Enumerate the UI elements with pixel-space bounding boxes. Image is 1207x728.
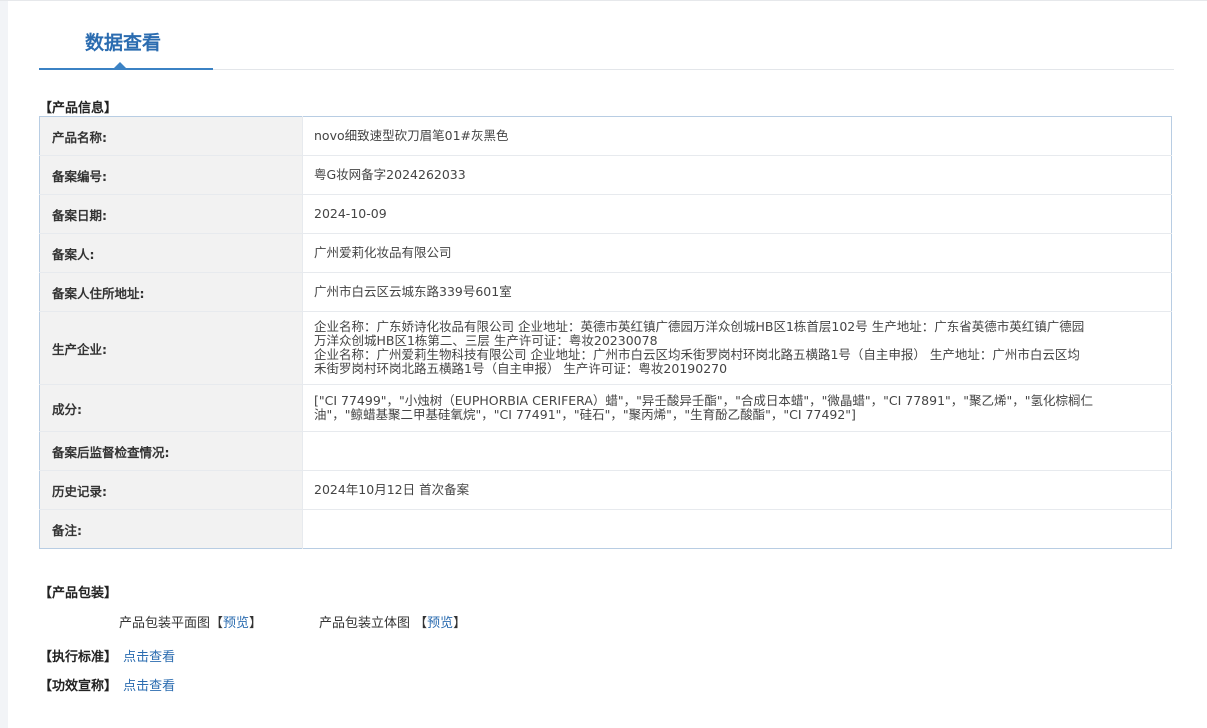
standard-row: 【执行标准】 点击查看: [39, 646, 175, 665]
packaging-flat-label: 产品包装平面图【: [119, 616, 224, 631]
manufacturer-line: 企业名称：广州爱莉生物科技有限公司 企业地址：广州市白云区均禾街罗岗村环岗北路五…: [314, 347, 1080, 362]
table-row: 备案编号: 粤G妆网备字2024262033: [39, 155, 1172, 195]
table-row: 备案后监督检查情况:: [39, 431, 1172, 471]
row-label-post-supervision: 备案后监督检查情况:: [39, 431, 303, 471]
manufacturer-line: 万洋众创城HB区1栋第二、三层 生产许可证：粤妆20230078: [314, 333, 658, 348]
standard-view-link[interactable]: 点击查看: [123, 650, 175, 665]
table-row: 历史记录: 2024年10月12日 首次备案: [39, 470, 1172, 510]
active-tab-underline: [39, 68, 213, 70]
ingredients-line: 油"，"鲸蜡基聚二甲基硅氧烷"，"CI 77491"，"硅石"，"聚丙烯"，"生…: [314, 407, 856, 422]
row-label-history: 历史记录:: [39, 470, 303, 510]
tab-bar-divider: [213, 69, 1174, 70]
product-info-section-title: 【产品信息】: [39, 101, 118, 116]
packaging-flat-item: 产品包装平面图【预览】: [119, 612, 262, 631]
tab-bar: 数据查看: [39, 0, 1174, 71]
packaging-solid-item: 产品包装立体图 【预览】: [319, 612, 466, 631]
table-row: 备案人: 广州爱莉化妆品有限公司: [39, 233, 1172, 273]
row-value-registrant: 广州爱莉化妆品有限公司: [302, 233, 1172, 273]
row-value-registrant-address: 广州市白云区云城东路339号601室: [302, 272, 1172, 312]
row-label-manufacturer: 生产企业:: [39, 311, 303, 385]
row-value-record-number: 粤G妆网备字2024262033: [302, 155, 1172, 195]
efficacy-row: 【功效宣称】 点击查看: [39, 675, 175, 694]
row-value-manufacturer: 企业名称：广东娇诗化妆品有限公司 企业地址：英德市英红镇广德园万洋众创城HB区1…: [302, 311, 1172, 385]
efficacy-label: 【功效宣称】: [39, 679, 118, 694]
table-row: 产品名称: novo细致速型砍刀眉笔01#灰黑色: [39, 116, 1172, 156]
manufacturer-line: 企业名称：广东娇诗化妆品有限公司 企业地址：英德市英红镇广德园万洋众创城HB区1…: [314, 319, 1085, 334]
table-row: 备案人住所地址: 广州市白云区云城东路339号601室: [39, 272, 1172, 312]
table-row: 备注:: [39, 509, 1172, 549]
packaging-solid-close: 】: [453, 616, 467, 631]
product-info-table: 产品名称: novo细致速型砍刀眉笔01#灰黑色 备案编号: 粤G妆网备字202…: [39, 116, 1172, 549]
left-edge: [0, 0, 8, 728]
tab-data-view[interactable]: 数据查看: [85, 28, 161, 55]
standard-label: 【执行标准】: [39, 650, 118, 665]
row-value-post-supervision: [302, 431, 1172, 471]
table-row: 生产企业: 企业名称：广东娇诗化妆品有限公司 企业地址：英德市英红镇广德园万洋众…: [39, 311, 1172, 385]
table-row: 备案日期: 2024-10-09: [39, 194, 1172, 234]
row-label-remarks: 备注:: [39, 509, 303, 549]
packaging-flat-close: 】: [249, 616, 263, 631]
row-value-record-date: 2024-10-09: [302, 194, 1172, 234]
row-label-record-number: 备案编号:: [39, 155, 303, 195]
row-value-remarks: [303, 510, 1172, 549]
table-row: 成分: ["CI 77499"，"小烛树（EUPHORBIA CERIFERA）…: [39, 384, 1172, 432]
row-value-product-name: novo细致速型砍刀眉笔01#灰黑色: [302, 116, 1172, 156]
row-label-ingredients: 成分:: [39, 384, 303, 432]
efficacy-view-link[interactable]: 点击查看: [123, 679, 175, 694]
manufacturer-line: 禾街罗岗村环岗北路五横路1号（自主申报） 生产许可证：粤妆20190270: [314, 361, 728, 376]
row-label-record-date: 备案日期:: [39, 194, 303, 234]
packaging-section-title: 【产品包装】: [39, 586, 118, 601]
row-label-product-name: 产品名称:: [39, 116, 303, 156]
active-tab-caret-icon: [114, 62, 126, 68]
row-label-registrant-address: 备案人住所地址:: [39, 272, 303, 312]
packaging-flat-preview-link[interactable]: 预览: [223, 616, 249, 631]
row-value-ingredients: ["CI 77499"，"小烛树（EUPHORBIA CERIFERA）蜡"，"…: [302, 384, 1172, 432]
row-value-history: 2024年10月12日 首次备案: [302, 470, 1172, 510]
row-label-registrant: 备案人:: [39, 233, 303, 273]
ingredients-line: ["CI 77499"，"小烛树（EUPHORBIA CERIFERA）蜡"，"…: [314, 393, 1094, 408]
packaging-solid-label: 产品包装立体图 【: [319, 616, 428, 631]
packaging-solid-preview-link[interactable]: 预览: [427, 616, 453, 631]
